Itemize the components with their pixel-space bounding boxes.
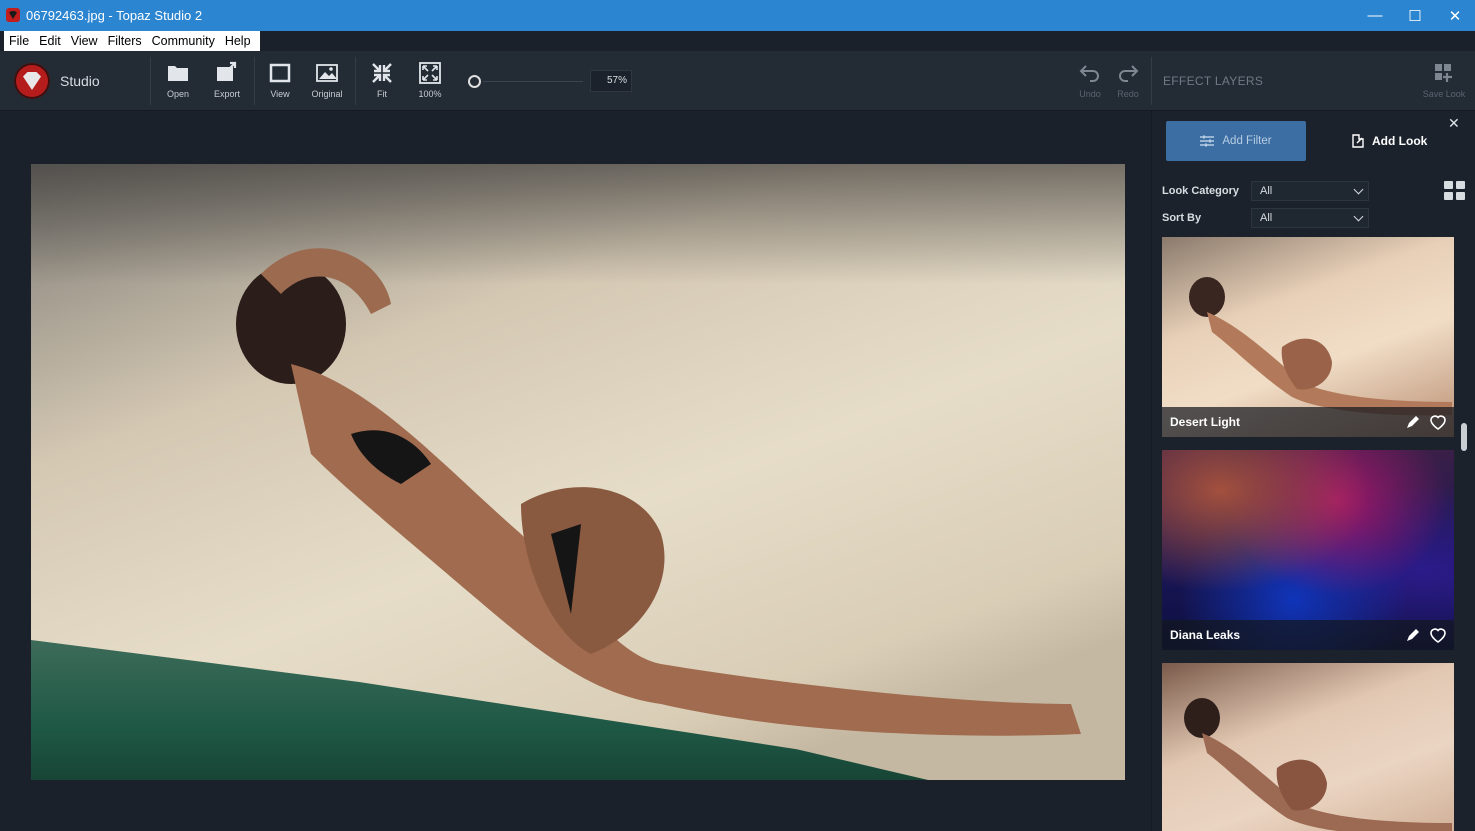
- look-category-label: Look Category: [1162, 185, 1240, 197]
- looks-scrollbar[interactable]: [1459, 237, 1467, 831]
- save-look-label: Save Look: [1422, 89, 1466, 99]
- view-icon: [269, 63, 291, 83]
- expand-icon: [419, 62, 441, 84]
- title-bar: 06792463.jpg - Topaz Studio 2 — ☐ ✕: [0, 0, 1475, 31]
- look-name: Diana Leaks: [1170, 628, 1241, 642]
- sort-by-label: Sort By: [1162, 212, 1202, 224]
- add-look-label: Add Look: [1372, 134, 1428, 148]
- topaz-logo-icon: [14, 63, 50, 99]
- chevron-down-icon: [1353, 211, 1364, 222]
- minimize-button[interactable]: —: [1355, 0, 1395, 31]
- original-label: Original: [311, 89, 343, 99]
- folder-icon: [168, 66, 188, 81]
- original-button[interactable]: Original: [304, 61, 350, 105]
- thumbnail-subject: [1184, 698, 1452, 831]
- pencil-icon[interactable]: [1405, 627, 1421, 643]
- add-look-button[interactable]: Add Look: [1352, 121, 1442, 161]
- undo-icon: [1079, 65, 1099, 82]
- fit-button[interactable]: Fit: [359, 61, 405, 105]
- sliders-icon: [1200, 135, 1215, 147]
- menu-community[interactable]: Community: [147, 31, 220, 51]
- redo-icon: [1119, 65, 1139, 82]
- menu-file[interactable]: File: [4, 31, 34, 51]
- grid-view-icon[interactable]: [1444, 181, 1466, 201]
- actual-size-button[interactable]: 100%: [407, 61, 453, 105]
- open-label: Open: [166, 89, 190, 99]
- menu-edit[interactable]: Edit: [34, 31, 66, 51]
- image-canvas[interactable]: [4, 111, 1151, 831]
- menu-help[interactable]: Help: [220, 31, 256, 51]
- heart-icon[interactable]: [1428, 412, 1448, 432]
- redo-button[interactable]: Redo: [1105, 61, 1151, 105]
- menu-bar: File Edit View Filters Community Help: [0, 31, 1475, 51]
- close-button[interactable]: ✕: [1435, 0, 1475, 31]
- look-card-desert-light[interactable]: Desert Light: [1162, 237, 1454, 437]
- close-panel-icon[interactable]: ✕: [1448, 115, 1460, 132]
- fit-icon: [372, 63, 392, 83]
- save-look-icon: [1435, 64, 1452, 82]
- photo-preview: [31, 164, 1125, 780]
- add-filter-button[interactable]: Add Filter: [1166, 121, 1306, 161]
- export-button[interactable]: Export: [204, 61, 250, 105]
- toolbar-divider: [150, 57, 151, 105]
- window-title: 06792463.jpg - Topaz Studio 2: [26, 8, 203, 23]
- image-icon: [316, 64, 338, 82]
- export-label: Export: [213, 89, 240, 99]
- toolbar-divider: [355, 57, 356, 105]
- add-filter-label: Add Filter: [1222, 135, 1272, 147]
- fit-label: Fit: [377, 89, 387, 99]
- look-name: Desert Light: [1170, 415, 1241, 429]
- look-card-diana-leaks[interactable]: Diana Leaks: [1162, 450, 1454, 650]
- heart-icon[interactable]: [1428, 625, 1448, 645]
- save-look-button[interactable]: Save Look: [1420, 61, 1468, 105]
- look-caption: Diana Leaks: [1162, 620, 1454, 650]
- looks-panel: Add Filter Add Look ✕ Look Category All …: [1151, 111, 1475, 831]
- maximize-button[interactable]: ☐: [1395, 0, 1435, 31]
- zoom-slider-track[interactable]: [483, 81, 583, 82]
- app-icon: [6, 8, 20, 22]
- look-caption: Desert Light: [1162, 407, 1454, 437]
- pencil-icon[interactable]: [1405, 414, 1421, 430]
- add-look-icon: [1352, 134, 1364, 148]
- zoom-slider-handle[interactable]: [468, 75, 481, 88]
- export-icon: [217, 61, 237, 81]
- looks-list: Desert Light Diana Leaks: [1162, 237, 1454, 831]
- look-category-value: All: [1260, 185, 1273, 197]
- sort-by-value: All: [1260, 212, 1273, 224]
- studio-label: Studio: [60, 73, 100, 89]
- look-thumbnail: [1162, 663, 1454, 831]
- sort-by-select[interactable]: All: [1251, 208, 1369, 228]
- open-button[interactable]: Open: [155, 61, 201, 105]
- scrollbar-thumb[interactable]: [1461, 423, 1467, 451]
- menu-list: File Edit View Filters Community Help: [4, 31, 260, 51]
- look-category-select[interactable]: All: [1251, 181, 1369, 201]
- zoom-value-field[interactable]: 57%: [590, 70, 632, 92]
- menu-view[interactable]: View: [66, 31, 103, 51]
- toolbar-divider: [1151, 57, 1152, 105]
- effect-layers-label: EFFECT LAYERS: [1163, 74, 1264, 88]
- menu-filters[interactable]: Filters: [103, 31, 147, 51]
- redo-label: Redo: [1117, 89, 1139, 99]
- view-button[interactable]: View: [257, 61, 303, 105]
- look-card-third[interactable]: [1162, 663, 1454, 831]
- view-label: View: [270, 89, 290, 99]
- actual-size-label: 100%: [418, 89, 442, 99]
- chevron-down-icon: [1353, 184, 1364, 195]
- toolbar-divider: [254, 57, 255, 105]
